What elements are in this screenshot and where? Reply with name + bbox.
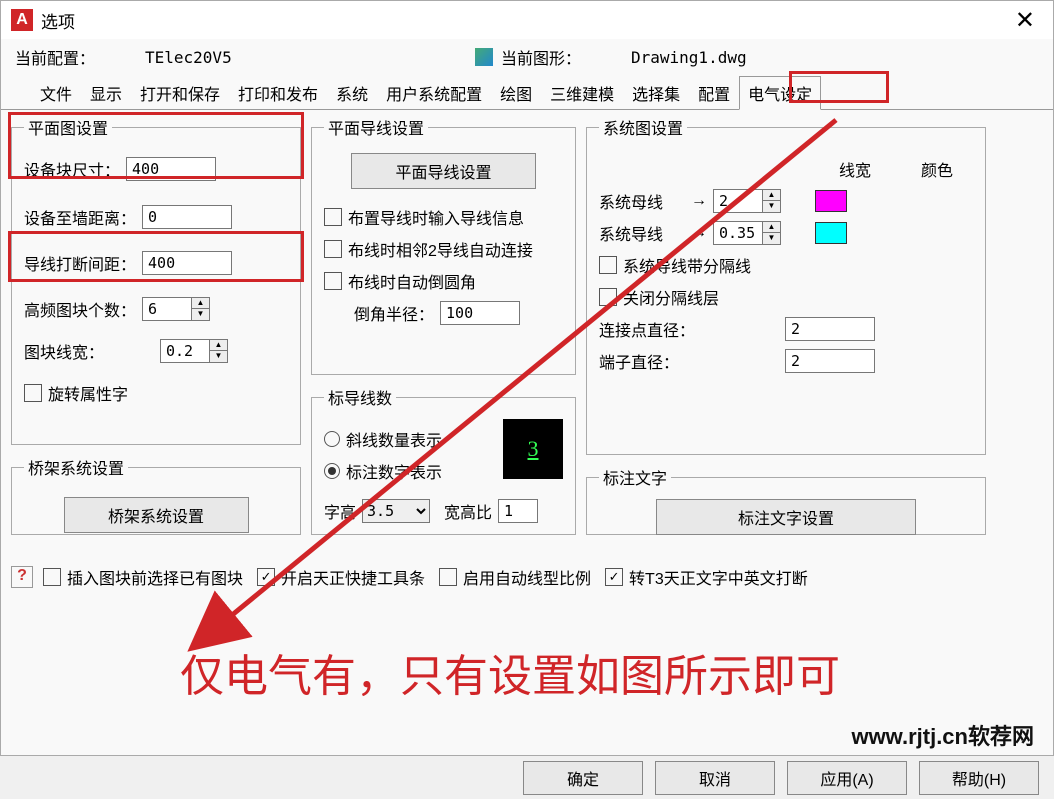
button-row: 确定 取消 应用(A) 帮助(H) xyxy=(0,755,1054,799)
bridge-legend: 桥架系统设置 xyxy=(24,455,128,479)
tab-open-save[interactable]: 打开和保存 xyxy=(131,76,229,110)
tab-draw[interactable]: 绘图 xyxy=(491,76,541,110)
group-wire-settings: 平面导线设置 平面导线设置 布置导线时输入导线信息 布线时相邻2导线自动连接 布… xyxy=(311,115,576,375)
lw-header: 线宽 xyxy=(839,157,871,181)
tab-file[interactable]: 文件 xyxy=(31,76,81,110)
tab-bar: 文件 显示 打开和保存 打印和发布 系统 用户系统配置 绘图 三维建模 选择集 … xyxy=(1,75,1053,110)
arrow-right-icon: → xyxy=(691,224,707,242)
tab-user-pref[interactable]: 用户系统配置 xyxy=(377,76,491,110)
current-drawing-label: 当前图形： xyxy=(501,45,631,69)
syswire-label: 系统导线 xyxy=(599,221,679,245)
group-bridge: 桥架系统设置 桥架系统设置 xyxy=(11,455,301,535)
tab-selection[interactable]: 选择集 xyxy=(623,76,689,110)
plan-legend: 平面图设置 xyxy=(24,115,112,139)
footer-chk1[interactable] xyxy=(43,568,61,586)
group-plan-settings: 平面图设置 设备块尺寸： 设备至墙距离： 导线打断间距： 高频图块个数： ▲▼ … xyxy=(11,115,301,445)
rotate-attr-label: 旋转属性字 xyxy=(48,381,128,405)
wire-chk1[interactable] xyxy=(324,208,342,226)
bus-color-swatch[interactable] xyxy=(815,190,847,212)
footer-chk2[interactable]: ✓ xyxy=(257,568,275,586)
wire-chk3[interactable] xyxy=(324,272,342,290)
tab-config[interactable]: 配置 xyxy=(689,76,739,110)
height-select[interactable]: 3.5 xyxy=(362,499,430,523)
group-label-text: 标注文字 标注文字设置 xyxy=(586,465,986,535)
syswire-spinner[interactable]: ▲▼ xyxy=(713,221,785,245)
conn-input[interactable] xyxy=(785,317,875,341)
wall-dist-label: 设备至墙距离： xyxy=(24,205,136,229)
content-area: 平面图设置 设备块尺寸： 设备至墙距离： 导线打断间距： 高频图块个数： ▲▼ … xyxy=(1,110,1053,798)
freq-count-spinner[interactable]: ▲▼ xyxy=(142,297,214,321)
footer-chk4[interactable]: ✓ xyxy=(605,568,623,586)
titlebar: A 选项 ✕ xyxy=(1,1,1053,39)
marker-legend: 标导线数 xyxy=(324,385,396,409)
current-config-value: TElec20V5 xyxy=(145,48,475,67)
block-lw-label: 图块线宽： xyxy=(24,339,154,363)
tab-print-pub[interactable]: 打印和发布 xyxy=(229,76,327,110)
height-label: 字高 xyxy=(324,499,356,523)
term-input[interactable] xyxy=(785,349,875,373)
wire-legend: 平面导线设置 xyxy=(324,115,428,139)
ratio-input[interactable] xyxy=(498,499,538,523)
ok-button[interactable]: 确定 xyxy=(523,761,643,795)
window-title: 选项 xyxy=(41,8,1007,33)
bus-label: 系统母线 xyxy=(599,189,679,213)
radius-label: 倒角半径： xyxy=(354,301,434,325)
bridge-button[interactable]: 桥架系统设置 xyxy=(64,497,249,533)
group-wire-marker: 标导线数 斜线数量表示 标注数字表示 3 字高 3.5 宽高比 xyxy=(311,385,576,535)
tab-system[interactable]: 系统 xyxy=(327,76,377,110)
freq-count-label: 高频图块个数： xyxy=(24,297,136,321)
spin-down-icon[interactable]: ▼ xyxy=(192,309,209,320)
wire-chk2[interactable] xyxy=(324,240,342,258)
group-system-settings: 系统图设置 线宽 颜色 系统母线→ ▲▼ 系统导线→ ▲▼ 系统导线带分隔线 关… xyxy=(586,115,986,455)
syswire-color-swatch[interactable] xyxy=(815,222,847,244)
break-dist-label: 导线打断间距： xyxy=(24,251,136,275)
label-text-legend: 标注文字 xyxy=(599,465,671,489)
app-icon: A xyxy=(11,9,33,31)
arrow-right-icon: → xyxy=(691,192,707,210)
bus-spinner[interactable]: ▲▼ xyxy=(713,189,785,213)
radius-input[interactable] xyxy=(440,301,520,325)
conn-label: 连接点直径： xyxy=(599,317,779,341)
current-drawing-value: Drawing1.dwg xyxy=(631,48,747,67)
label-text-button[interactable]: 标注文字设置 xyxy=(656,499,916,535)
marker-opt1-radio[interactable] xyxy=(324,431,340,447)
break-dist-input[interactable] xyxy=(142,251,232,275)
wire-button[interactable]: 平面导线设置 xyxy=(351,153,536,189)
apply-button[interactable]: 应用(A) xyxy=(787,761,907,795)
spin-up-icon[interactable]: ▲ xyxy=(192,298,209,309)
tab-display[interactable]: 显示 xyxy=(81,76,131,110)
color-header: 颜色 xyxy=(921,157,953,181)
current-config-label: 当前配置： xyxy=(15,45,145,69)
sys-close-checkbox[interactable] xyxy=(599,288,617,306)
tab-elec[interactable]: 电气设定 xyxy=(739,76,821,110)
close-icon[interactable]: ✕ xyxy=(1007,6,1043,35)
rotate-attr-checkbox[interactable] xyxy=(24,384,42,402)
term-label: 端子直径： xyxy=(599,349,779,373)
footer-chk3[interactable] xyxy=(439,568,457,586)
sys-sep-checkbox[interactable] xyxy=(599,256,617,274)
sys-legend: 系统图设置 xyxy=(599,115,687,139)
tab-3d-model[interactable]: 三维建模 xyxy=(541,76,623,110)
block-lw-spinner[interactable]: ▲▼ xyxy=(160,339,232,363)
ratio-label: 宽高比 xyxy=(444,499,492,523)
block-size-input[interactable] xyxy=(126,157,216,181)
wall-dist-input[interactable] xyxy=(142,205,232,229)
help-icon[interactable]: ? xyxy=(11,566,33,588)
info-row: 当前配置： TElec20V5 当前图形： Drawing1.dwg xyxy=(1,39,1053,75)
marker-opt2-radio[interactable] xyxy=(324,463,340,479)
block-size-label: 设备块尺寸： xyxy=(24,157,120,181)
options-dialog: A 选项 ✕ 当前配置： TElec20V5 当前图形： Drawing1.dw… xyxy=(0,0,1054,799)
marker-preview: 3 xyxy=(503,419,563,479)
drawing-icon xyxy=(475,48,493,66)
footer-checks-row: ? 插入图块前选择已有图块 ✓开启天正快捷工具条 启用自动线型比例 ✓转T3天正… xyxy=(11,565,981,589)
cancel-button[interactable]: 取消 xyxy=(655,761,775,795)
help-button[interactable]: 帮助(H) xyxy=(919,761,1039,795)
